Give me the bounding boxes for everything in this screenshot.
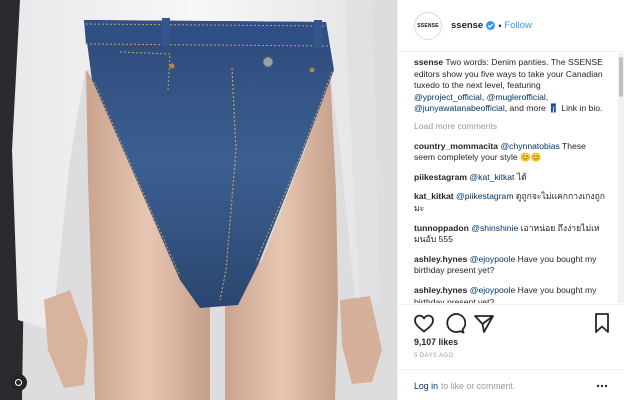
comment-mention[interactable]: @ejoypoole [470, 254, 516, 264]
user-tag-icon[interactable] [10, 374, 27, 391]
action-icons [412, 311, 502, 335]
comment-username[interactable]: piikestagram [414, 172, 467, 182]
post-side-panel: SSENSE ssense • Follow ssense Two words:… [397, 0, 624, 400]
comment-item: tunnoppadon @shinshinie เอาหน่อย ถึงง่าย… [414, 223, 605, 246]
caption-username[interactable]: ssense [414, 57, 443, 67]
login-prompt: Log in to like or comment. [398, 369, 624, 400]
post-header: SSENSE ssense • Follow [398, 0, 624, 52]
caption-text: Two words: Denim panties. The SSENSE edi… [414, 57, 603, 91]
post-timestamp[interactable]: 5 DAYS AGO [414, 353, 454, 359]
comment-item: ashley.hynes @ejoypoole Have you bought … [414, 285, 605, 303]
caption-mention[interactable]: @junyawatanabeofficial [414, 103, 505, 113]
post-actions: 9,107 likes 5 DAYS AGO Log in to like or… [398, 304, 624, 400]
heart-icon[interactable] [412, 311, 436, 335]
denim-panties-photo [0, 0, 397, 400]
comments-list[interactable]: ssense Two words: Denim panties. The SSE… [398, 53, 619, 303]
comment-username[interactable]: ashley.hynes [414, 254, 467, 264]
comment-icon[interactable] [442, 311, 466, 335]
caption-text: , and more [504, 103, 549, 114]
comment-item: piikestagram @kat_kitkat ได้ [414, 172, 605, 184]
comment-username[interactable]: ashley.hynes [414, 285, 467, 295]
caption-separator: , [545, 91, 549, 102]
separator-dot: • [498, 20, 502, 31]
comments-scrollbar[interactable] [618, 53, 624, 303]
comment-username[interactable]: kat_kitkat [414, 191, 454, 201]
avatar[interactable]: SSENSE [414, 11, 442, 40]
post-caption: ssense Two words: Denim panties. The SSE… [414, 57, 605, 115]
likes-count[interactable]: 9,107 likes [414, 337, 458, 347]
caption-text: Link in bio. [558, 103, 603, 114]
more-options-icon[interactable] [596, 380, 608, 392]
comment-mention[interactable]: @piikestagram [456, 191, 513, 201]
bookmark-icon[interactable] [590, 311, 614, 335]
comment-text: ได้ [514, 171, 527, 182]
comment-item: ashley.hynes @ejoypoole Have you bought … [414, 254, 605, 277]
comment-username[interactable]: tunnoppadon [414, 223, 469, 233]
login-link[interactable]: Log in [414, 381, 438, 391]
comment-mention[interactable]: @chynnatobias [500, 141, 559, 151]
load-more-comments-button[interactable]: Load more comments [414, 121, 605, 133]
share-icon[interactable] [472, 311, 496, 335]
comment-mention[interactable]: @shinshinie [471, 223, 518, 233]
scrollbar-thumb[interactable] [619, 57, 623, 97]
comment-mention[interactable]: @kat_kitkat [469, 172, 514, 182]
username-link[interactable]: ssense [451, 20, 483, 31]
jeans-emoji: 👖 [548, 103, 559, 114]
verified-badge-icon [486, 21, 496, 30]
follow-button[interactable]: Follow [504, 20, 531, 31]
comment-item: kat_kitkat @piikestagram ดูถูกจะไม่แคกกา… [414, 191, 605, 214]
comment-username[interactable]: country_mommacita [414, 141, 498, 151]
post-photo[interactable] [0, 0, 397, 400]
caption-mention[interactable]: @yproject_official [414, 92, 482, 102]
caption-mention[interactable]: @muglerofficial [487, 92, 546, 102]
comment-item: country_mommacita @chynnatobias These se… [414, 141, 605, 164]
login-prompt-text: to like or comment. [440, 380, 516, 391]
comment-mention[interactable]: @ejoypoole [470, 285, 516, 295]
